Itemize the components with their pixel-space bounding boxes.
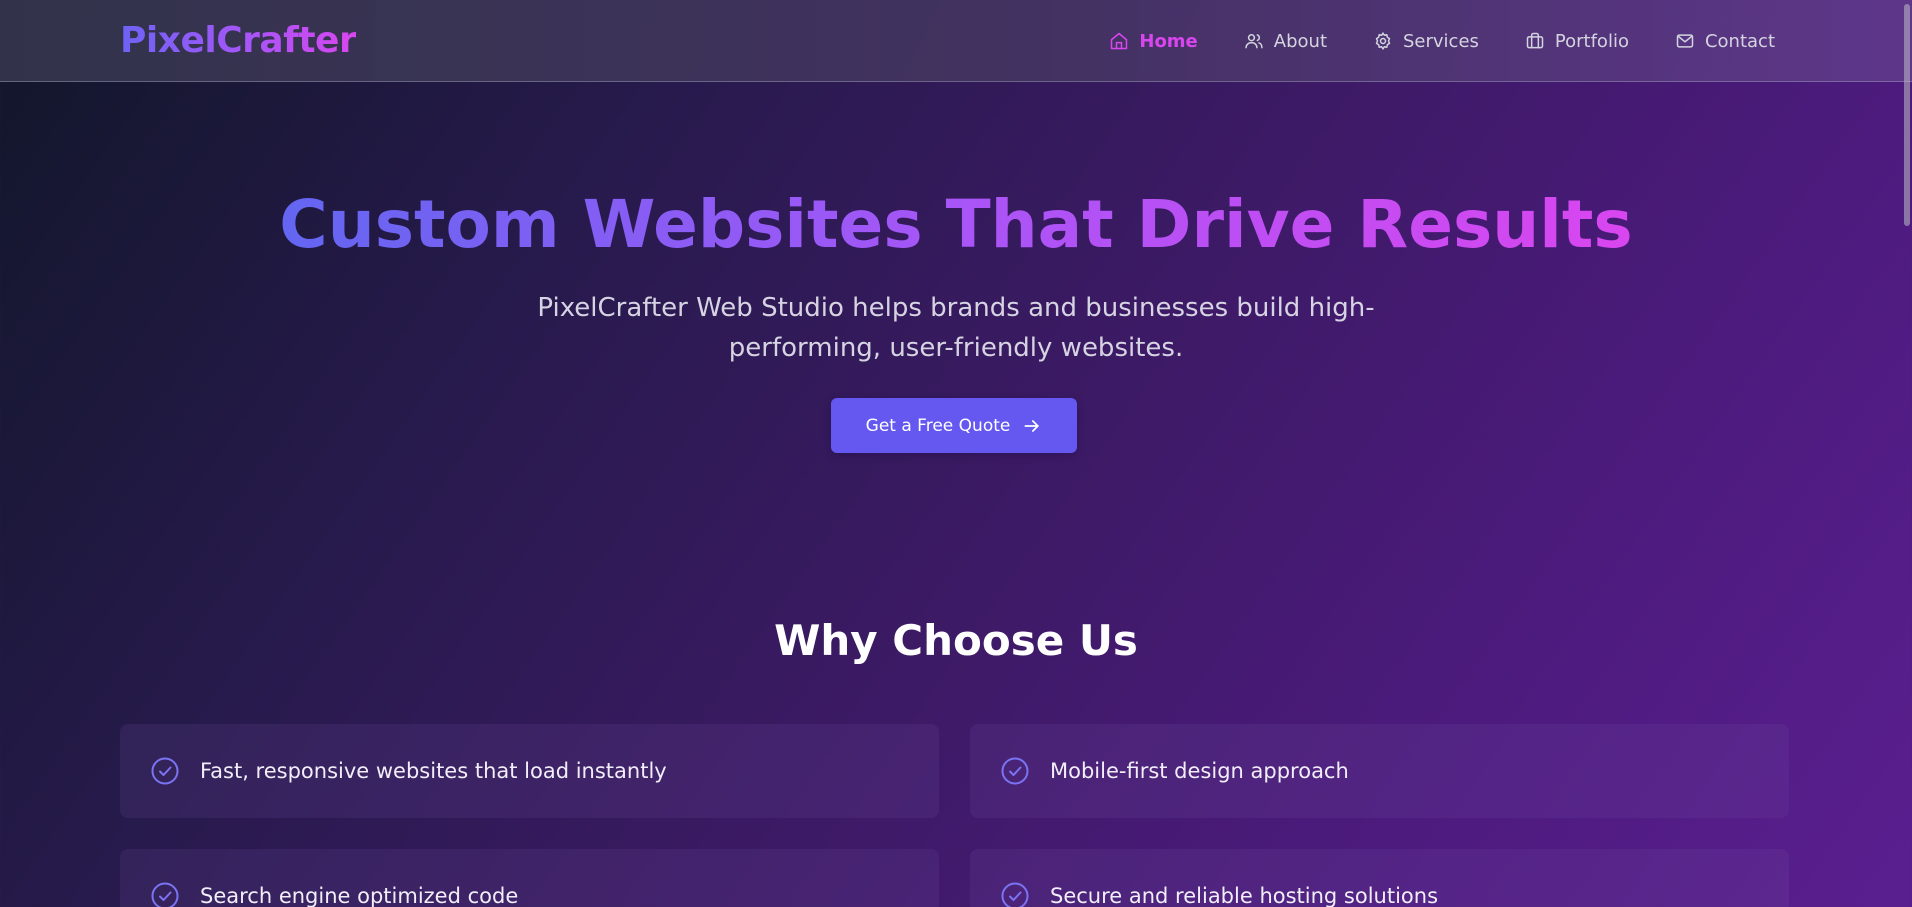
feature-text: Secure and reliable hosting solutions [1050,884,1439,907]
nav-item-contact[interactable]: Contact [1675,31,1775,52]
hero-subtitle: PixelCrafter Web Studio helps brands and… [537,293,1375,363]
feature-card: Search engine optimized code [120,849,939,907]
feature-text: Fast, responsive websites that load inst… [200,759,667,783]
nav-item-about[interactable]: About [1244,31,1327,52]
hero-title-text: Custom Websites That Drive Results [279,186,1633,263]
feature-card: Secure and reliable hosting solutions [970,849,1789,907]
nav-label-about: About [1273,30,1327,52]
site-logo[interactable]: PixelCrafter [120,20,357,61]
check-circle-icon [151,757,179,785]
feature-card: Mobile-first design approach [970,724,1789,818]
nav-label-services: Services [1403,30,1479,52]
main-nav: Home About Services Portfolio Contact [1109,0,1775,82]
nav-label-portfolio: Portfolio [1554,30,1629,52]
nav-label-contact: Contact [1704,30,1775,52]
nav-item-portfolio[interactable]: Portfolio [1525,31,1629,52]
arrow-right-icon [1024,419,1040,432]
users-icon [1245,34,1263,49]
briefcase-icon [1526,32,1544,49]
page-scrollbar[interactable] [1902,0,1912,907]
nav-label-home: Home [1139,30,1198,52]
nav-item-services[interactable]: Services [1373,31,1479,52]
home-icon [1111,32,1128,50]
check-circle-icon [151,882,179,907]
feature-card: Fast, responsive websites that load inst… [120,724,939,818]
get-free-quote-button[interactable]: Get a Free Quote [831,398,1077,453]
mail-icon [1676,34,1694,48]
check-circle-icon [1001,882,1029,907]
feature-text: Search engine optimized code [200,884,519,907]
check-circle-icon [1001,757,1029,785]
top-navigation-bar: PixelCrafter Home About Services Portfol… [0,0,1912,82]
nav-item-home[interactable]: Home [1109,30,1198,52]
hero-title: Custom Websites That Drive Results [0,180,1912,270]
why-choose-us-heading: Why Choose Us [774,616,1138,665]
gear-icon [1375,32,1391,50]
cta-label: Get a Free Quote [865,415,1011,436]
scrollbar-thumb[interactable] [1904,4,1910,226]
feature-text: Mobile-first design approach [1050,759,1349,783]
